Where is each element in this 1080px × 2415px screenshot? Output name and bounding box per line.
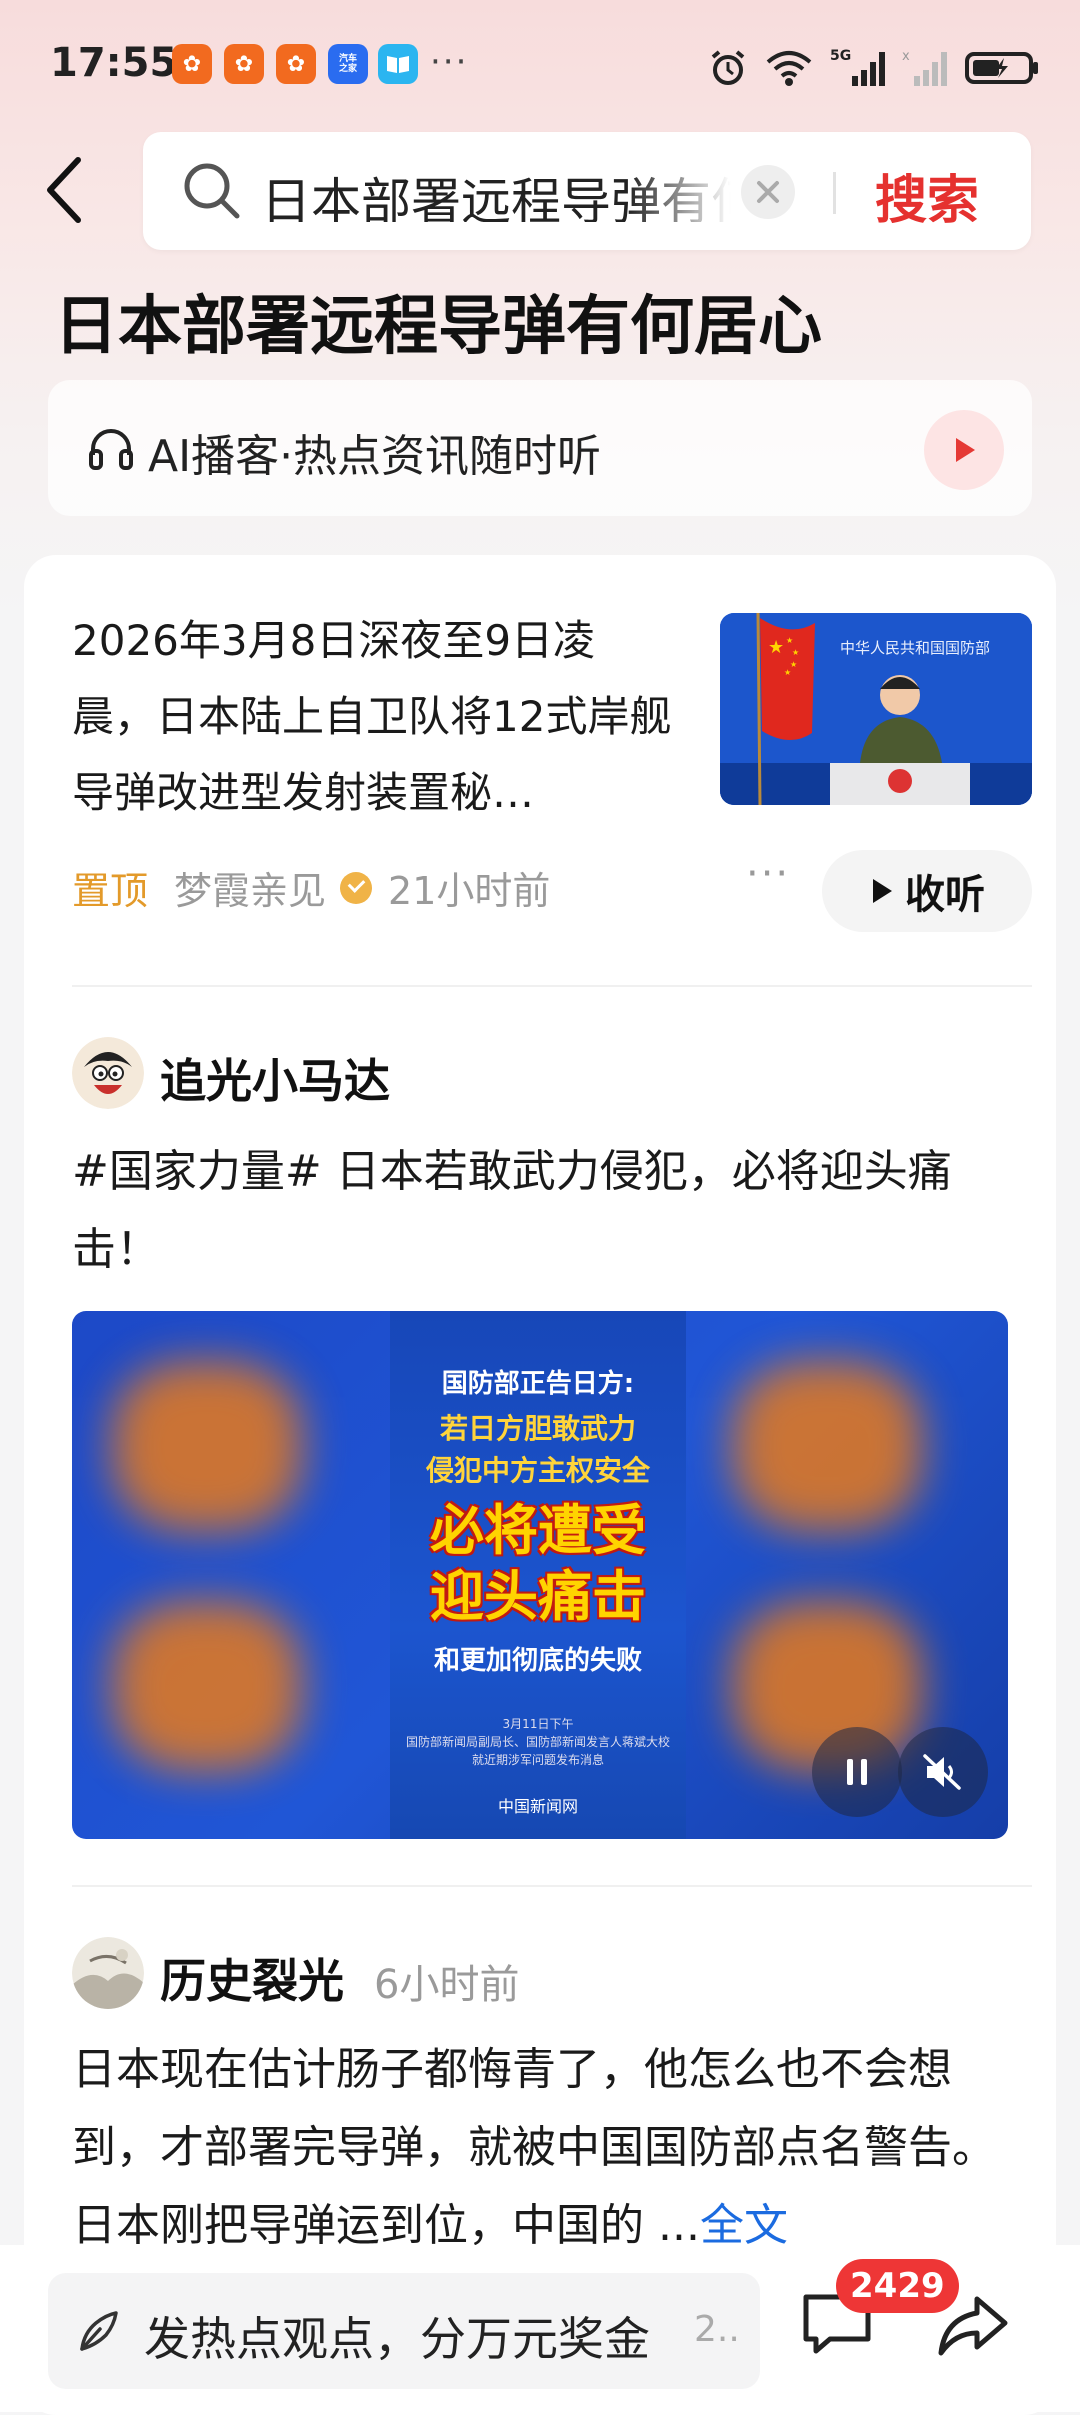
- podcast-label: AI播客·热点资讯随时听: [148, 431, 602, 482]
- wifi-icon: [766, 51, 812, 86]
- signal-5g-icon: 5G: [830, 48, 885, 86]
- spokesperson-image: ★ ★ ★ ★ ★ 中华人民共和国国防部: [720, 613, 1032, 805]
- pinned-tag: 置顶: [72, 869, 149, 913]
- kuaishou-icon: ✿: [276, 44, 316, 84]
- more-options-icon[interactable]: ···: [746, 851, 790, 897]
- search-bar[interactable]: 日本部署远程导弹有何居心 搜索: [143, 132, 1031, 250]
- page-title: 日本部署远程导弹有何居心: [54, 290, 822, 364]
- pen-icon: [80, 2311, 118, 2351]
- poster-headline: 迎头痛击: [430, 1565, 646, 1628]
- clear-search-button[interactable]: [741, 165, 795, 219]
- poster-caption: 3月11日下午 国防部新闻局副局长、国防部新闻发言人蒋斌大校 就近期涉军问题发布…: [390, 1715, 686, 1769]
- alarm-icon: [711, 50, 745, 85]
- blurred-background: [112, 1361, 302, 1531]
- video-poster: 国防部正告日方: 若日方胆敢武力 侵犯中方主权安全 必将遭受 迎头痛击 和更加彻…: [390, 1311, 686, 1839]
- signal-sim2-icon: x: [902, 49, 947, 86]
- svg-text:★: ★: [768, 637, 784, 658]
- post-text[interactable]: 日本现在估计肠子都悔青了，他怎么也不会想到，才部署完导弹，就被中国国防部点名警告…: [72, 2031, 1032, 2265]
- svg-text:★: ★: [792, 648, 799, 657]
- poster-line: 国防部正告日方:: [441, 1369, 635, 1399]
- author-name[interactable]: 历史裂光: [160, 1945, 344, 2011]
- news-meta: 置顶 梦霞亲见 21小时前: [72, 860, 550, 915]
- play-icon: [956, 438, 975, 462]
- poster-line: 侵犯中方主权安全: [425, 1454, 650, 1487]
- close-icon: [757, 181, 779, 203]
- chevron-left-icon: [47, 157, 81, 223]
- divider: [72, 1885, 1032, 1887]
- post-text[interactable]: #国家力量# 日本若敢武力侵犯，必将迎头痛击！: [72, 1133, 1032, 1289]
- read-full-link[interactable]: 全文: [700, 2200, 788, 2251]
- search-input[interactable]: 日本部署远程导弹有何居心: [261, 162, 731, 222]
- more-notifications-icon: ···: [430, 42, 469, 82]
- blurred-background: [732, 1361, 922, 1531]
- news-thumbnail[interactable]: ★ ★ ★ ★ ★ 中华人民共和国国防部: [720, 613, 1032, 805]
- pause-button[interactable]: [812, 1727, 902, 1817]
- search-divider: [833, 172, 836, 214]
- poster-headline: 必将遭受: [430, 1499, 646, 1562]
- comment-suffix: 2..: [694, 2309, 740, 2350]
- headphones-icon: [89, 429, 133, 470]
- post-body: 日本现在估计肠子都悔青了，他怎么也不会想到，才部署完导弹，就被中国国防部点名警告…: [72, 2044, 996, 2251]
- avatar[interactable]: [72, 1037, 144, 1109]
- search-icon: [184, 163, 240, 219]
- divider: [72, 985, 1032, 987]
- thumb-banner: 中华人民共和国国防部: [840, 639, 990, 657]
- autohome-icon: 汽车 之家: [328, 44, 368, 84]
- status-time: 17:55: [50, 40, 178, 86]
- share-arrow-icon: [938, 2296, 1008, 2356]
- share-button[interactable]: [935, 2293, 1011, 2363]
- author-name[interactable]: 追光小马达: [160, 1045, 390, 1111]
- bottom-action-bar: 发热点观点，分万元奖金 2.. 2429: [0, 2245, 1080, 2412]
- reader-icon: [378, 44, 418, 84]
- back-button[interactable]: [40, 150, 100, 230]
- poster-caption-line: 3月11日下午: [502, 1717, 574, 1731]
- listen-label: 收听: [905, 872, 985, 918]
- news-summary[interactable]: 2026年3月8日深夜至9日凌晨，日本陆上自卫队将12式岸舰导弹改进型发射装置秘…: [72, 603, 672, 831]
- poster-logo: 中国新闻网: [497, 1797, 578, 1816]
- blurred-background: [112, 1601, 302, 1771]
- kuaishou-icon: ✿: [224, 44, 264, 84]
- status-bar: 17:55 ✿ ✿ ✿ 汽车 之家 ··· 5G x: [0, 0, 1080, 130]
- ai-podcast-bar[interactable]: AI播客·热点资讯随时听: [48, 380, 1032, 516]
- news-source[interactable]: 梦霞亲见: [174, 860, 326, 915]
- play-icon: [873, 879, 892, 903]
- listen-button[interactable]: 收听: [822, 850, 1032, 932]
- search-button[interactable]: 搜索: [875, 158, 979, 233]
- comment-placeholder: 发热点观点，分万元奖金: [144, 2312, 650, 2366]
- svg-text:★: ★: [784, 668, 791, 677]
- pause-icon: [847, 1759, 867, 1785]
- podcast-play-button[interactable]: [924, 410, 1004, 490]
- video-player[interactable]: 国防部正告日方: 若日方胆敢武力 侵犯中方主权安全 必将遭受 迎头痛击 和更加彻…: [72, 1311, 1008, 1839]
- svg-text:x: x: [902, 49, 910, 64]
- svg-text:5G: 5G: [830, 48, 851, 64]
- verified-icon: [340, 871, 373, 904]
- avatar[interactable]: [72, 1937, 144, 2009]
- poster-caption-line: 国防部新闻局副局长、国防部新闻发言人蒋斌大校: [405, 1735, 670, 1749]
- poster-caption-line: 就近期涉军问题发布消息: [471, 1753, 604, 1767]
- poster-line: 若日方胆敢武力: [439, 1412, 636, 1445]
- comment-input[interactable]: 发热点观点，分万元奖金 2..: [48, 2273, 760, 2389]
- muted-speaker-icon: [923, 1754, 961, 1790]
- kuaishou-icon: ✿: [172, 44, 212, 84]
- mute-button[interactable]: [898, 1727, 988, 1817]
- news-time: 21小时前: [388, 869, 551, 913]
- results-card: 2026年3月8日深夜至9日凌晨，日本陆上自卫队将12式岸舰导弹改进型发射装置秘…: [24, 555, 1056, 2415]
- svg-text:★: ★: [786, 636, 793, 645]
- poster-line: 和更加彻底的失败: [433, 1646, 642, 1676]
- post-time: 6小时前: [374, 1962, 520, 2008]
- battery-icon: [965, 52, 1038, 84]
